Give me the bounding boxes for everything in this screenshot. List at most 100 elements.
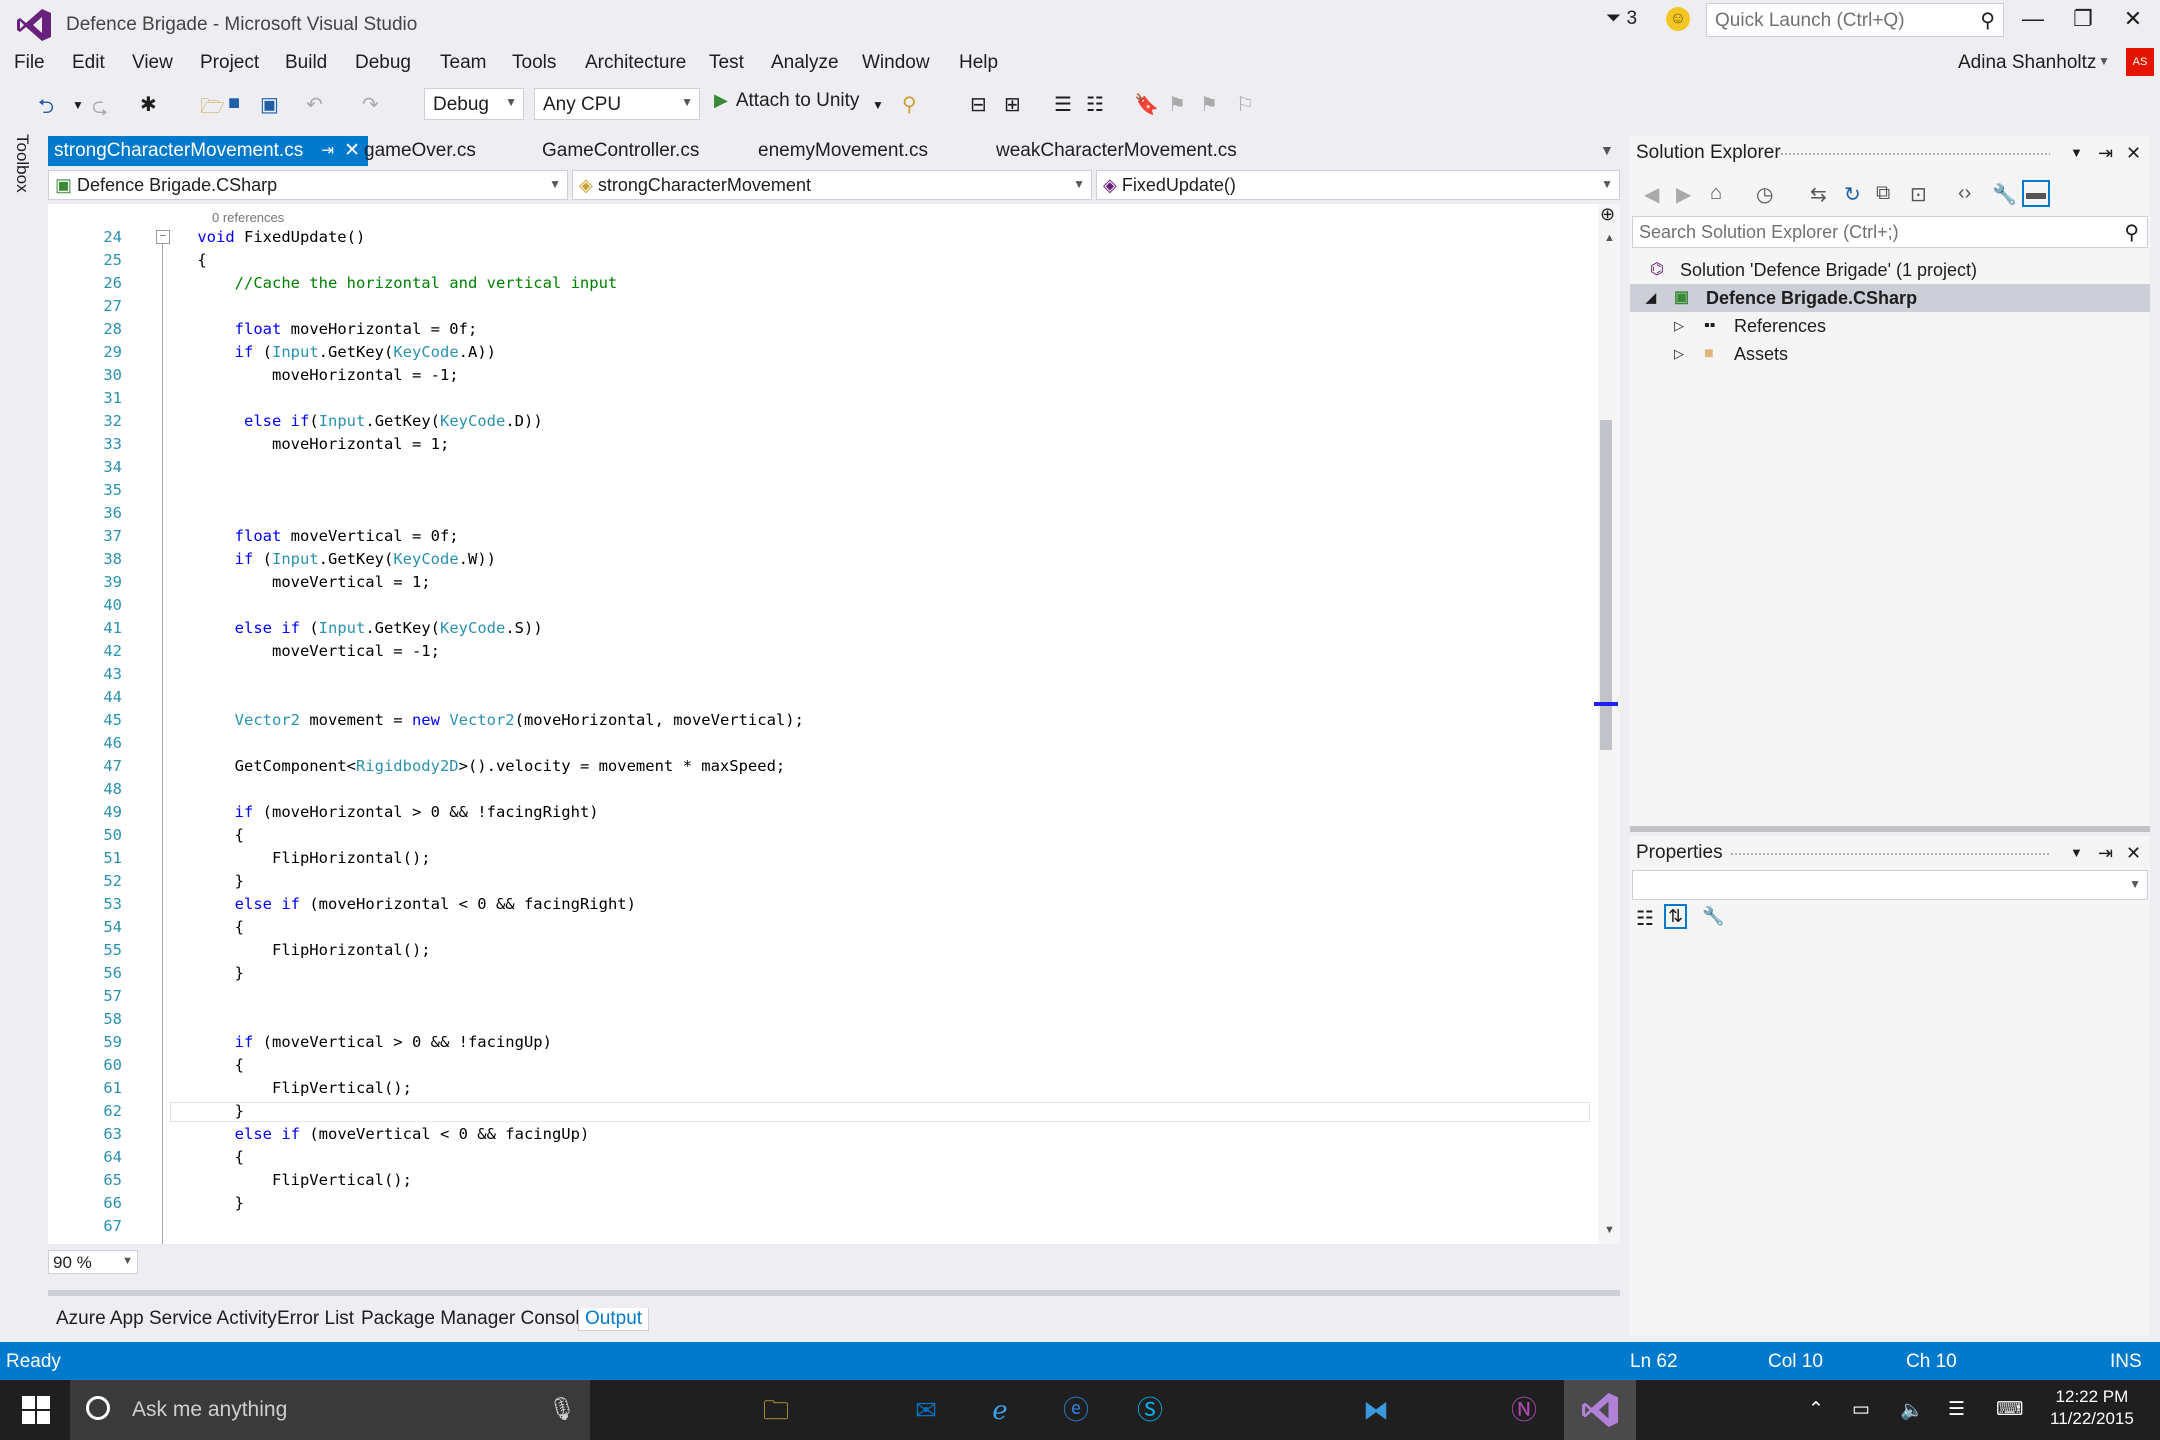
keyboard-icon[interactable]: ⌨ xyxy=(1996,1398,2023,1421)
microphone-icon[interactable]: 🎙 xyxy=(548,1396,576,1422)
unity-icon[interactable]: ◭ xyxy=(1206,1390,1246,1430)
class-select[interactable]: ◈ strongCharacterMovement ▼ xyxy=(572,170,1092,200)
platform-select[interactable]: Any CPU ▼ xyxy=(534,88,700,120)
internet-explorer-icon[interactable]: ℯ xyxy=(980,1390,1020,1430)
previous-bookmark-icon[interactable]: ⚑ xyxy=(1168,92,1186,117)
show-all-files-icon[interactable]: ⊡ xyxy=(1910,182,1927,207)
volume-icon[interactable]: 🔈 xyxy=(1900,1398,1924,1422)
code-line[interactable]: moveHorizontal = 1; xyxy=(160,435,449,453)
toolbox-tab[interactable]: Toolbox xyxy=(12,134,32,193)
tab-error-list[interactable]: Error List xyxy=(277,1308,354,1330)
split-icon[interactable]: ⊕ xyxy=(1600,204,1615,225)
code-line[interactable]: FlipHorizontal(); xyxy=(160,849,431,867)
code-line[interactable]: Vector2 movement = new Vector2(moveHoriz… xyxy=(160,711,804,729)
tab-gamecontroller[interactable]: GameController.cs xyxy=(536,136,705,166)
collapsed-arrow-icon[interactable]: ▷ xyxy=(1674,340,1684,368)
next-bookmark-icon[interactable]: ⚑ xyxy=(1200,92,1218,117)
code-line[interactable]: moveVertical = 1; xyxy=(160,573,431,591)
code-line[interactable]: { xyxy=(160,826,244,844)
tab-strongcharactermovement[interactable]: strongCharacterMovement.cs ⇥ ✕ xyxy=(48,136,368,166)
view-code-icon[interactable]: ‹› xyxy=(1958,182,1971,205)
scroll-down-icon[interactable]: ▼ xyxy=(1604,1224,1615,1236)
attach-to-unity-button[interactable]: ▶ Attach to Unity xyxy=(714,90,859,112)
code-line[interactable]: float moveHorizontal = 0f; xyxy=(160,320,478,338)
panel-splitter[interactable] xyxy=(48,1290,1620,1296)
properties-wrench-icon[interactable]: 🔧 xyxy=(1992,182,2017,207)
menu-tools[interactable]: Tools xyxy=(512,52,556,74)
member-select[interactable]: ◈ FixedUpdate() ▼ xyxy=(1096,170,1620,200)
code-line[interactable]: moveHorizontal = -1; xyxy=(160,366,459,384)
forward-icon[interactable]: ▶ xyxy=(1676,182,1691,207)
action-center-icon[interactable]: ☰ xyxy=(1948,1398,1965,1421)
find-in-files-icon[interactable]: ⚲ xyxy=(902,92,917,117)
clear-bookmarks-icon[interactable]: ⚐ xyxy=(1236,92,1254,117)
code-line[interactable]: if (moveHorizontal > 0 && !facingRight) xyxy=(160,803,599,821)
configuration-select[interactable]: Debug ▼ xyxy=(424,88,524,120)
skype-icon[interactable]: Ⓢ xyxy=(1130,1390,1170,1430)
code-line[interactable]: if (Input.GetKey(KeyCode.W)) xyxy=(160,550,496,568)
code-line[interactable]: else if(Input.GetKey(KeyCode.D)) xyxy=(160,412,543,430)
close-icon[interactable]: ✕ xyxy=(2126,136,2141,170)
expanded-arrow-icon[interactable]: ◢ xyxy=(1646,284,1656,312)
tab-overflow-icon[interactable]: ▼ xyxy=(1600,142,1614,158)
code-line[interactable]: } xyxy=(160,872,244,890)
file-explorer-icon[interactable]: 🗀 xyxy=(756,1390,796,1430)
tab-gameover[interactable]: gameOver.cs xyxy=(358,136,482,166)
system-clock[interactable]: 12:22 PM 11/22/2015 xyxy=(2050,1386,2134,1430)
minimize-button[interactable]: — xyxy=(2008,4,2058,34)
chevron-down-icon[interactable]: ▼ xyxy=(72,98,84,112)
battery-icon[interactable]: ▭ xyxy=(1852,1398,1870,1421)
code-line[interactable]: } xyxy=(160,964,244,982)
pin-icon[interactable]: ⇥ xyxy=(2098,836,2113,870)
command-prompt-icon[interactable]: ▭ xyxy=(1280,1390,1320,1430)
code-line[interactable]: else if (moveVertical < 0 && facingUp) xyxy=(160,1125,590,1143)
menu-file[interactable]: File xyxy=(14,52,45,74)
store-icon[interactable]: 🛍 xyxy=(680,1390,720,1430)
save-all-icon[interactable]: ▣ xyxy=(260,92,279,117)
refresh-icon[interactable]: ↻ xyxy=(1844,182,1861,207)
undo-icon[interactable]: ↶ xyxy=(306,92,323,117)
solution-configurations-icon[interactable]: ⊟ xyxy=(970,92,987,117)
collapse-all-icon[interactable]: ⧉ xyxy=(1876,182,1890,205)
indent-icon[interactable]: ☷ xyxy=(1086,92,1104,117)
chrome-icon[interactable]: ◉ xyxy=(830,1390,870,1430)
menu-project[interactable]: Project xyxy=(200,52,259,74)
preview-selected-icon[interactable]: ▬ xyxy=(2022,180,2050,207)
pin-icon[interactable]: ⇥ xyxy=(2098,136,2113,170)
tree-item-project[interactable]: ◢ ▣ Defence Brigade.CSharp xyxy=(1630,284,2150,312)
code-line[interactable]: FlipVertical(); xyxy=(160,1171,412,1189)
tab-output[interactable]: Output xyxy=(578,1308,650,1331)
forward-icon[interactable]: ⮎ xyxy=(92,92,108,126)
outdent-icon[interactable]: ☰ xyxy=(1054,92,1072,117)
redo-icon[interactable]: ↷ xyxy=(362,92,379,117)
code-line[interactable]: moveVertical = -1; xyxy=(160,642,440,660)
code-line[interactable]: GetComponent<Rigidbody2D>().velocity = m… xyxy=(160,757,786,775)
code-line[interactable]: if (Input.GetKey(KeyCode.A)) xyxy=(160,343,496,361)
tab-enemymovement[interactable]: enemyMovement.cs xyxy=(752,136,934,166)
onenote-icon[interactable]: Ⓝ xyxy=(1504,1390,1544,1430)
bookmark-icon[interactable]: 🔖 xyxy=(1134,92,1159,117)
tab-weakcharactermovement[interactable]: weakCharacterMovement.cs xyxy=(990,136,1243,166)
properties-object-select[interactable]: ▼ xyxy=(1632,870,2148,900)
alphabetical-icon[interactable]: ⇅ xyxy=(1664,904,1688,929)
feedback-smiley-icon[interactable]: ☺ xyxy=(1666,7,1690,31)
panel-splitter[interactable] xyxy=(1630,826,2150,832)
tree-item-assets[interactable]: ▷ ■ Assets xyxy=(1630,340,2150,368)
menu-view[interactable]: View xyxy=(132,52,173,74)
scroll-up-icon[interactable]: ▲ xyxy=(1604,232,1615,244)
menu-edit[interactable]: Edit xyxy=(72,52,105,74)
close-window-button[interactable]: ✕ xyxy=(2108,4,2158,34)
menu-test[interactable]: Test xyxy=(709,52,744,74)
restore-button[interactable]: ❐ xyxy=(2058,4,2108,34)
vs-code-icon[interactable]: ⧓ xyxy=(1356,1390,1396,1430)
save-icon[interactable]: ■ xyxy=(228,92,240,115)
new-project-icon[interactable]: ✱ xyxy=(140,92,157,117)
code-line[interactable]: if (moveVertical > 0 && !facingUp) xyxy=(160,1033,552,1051)
code-line[interactable]: float moveVertical = 0f; xyxy=(160,527,459,545)
sync-icon[interactable]: ⇆ xyxy=(1810,182,1827,207)
chevron-down-icon[interactable]: ▼ xyxy=(2098,54,2110,68)
back-icon[interactable]: ⮌ xyxy=(38,92,54,126)
show-hidden-icons-icon[interactable]: ⌃ xyxy=(1808,1398,1824,1421)
code-line[interactable]: void FixedUpdate() xyxy=(160,228,365,246)
chevron-down-icon[interactable]: ▼ xyxy=(872,98,884,112)
